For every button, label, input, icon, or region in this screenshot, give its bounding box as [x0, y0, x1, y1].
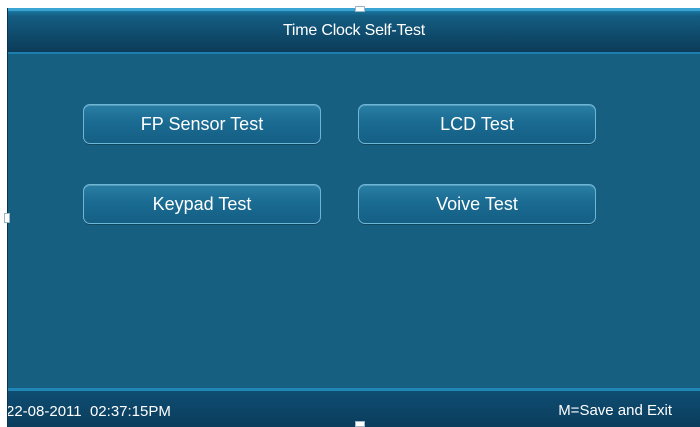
device-screen: Time Clock Self-Test FP Sensor Test LCD … [8, 8, 700, 427]
resize-handle-left[interactable] [4, 213, 10, 223]
test-menu-panel: FP Sensor Test LCD Test Keypad Test Voiv… [8, 54, 700, 388]
title-bar: Time Clock Self-Test [8, 8, 700, 54]
resize-handle-top[interactable] [355, 6, 365, 12]
voice-test-button[interactable]: Voive Test [358, 184, 596, 224]
lcd-test-button[interactable]: LCD Test [358, 104, 596, 144]
window-title: Time Clock Self-Test [282, 22, 426, 39]
status-datetime: 22-08-2011 02:37:15PM [8, 403, 171, 420]
status-time: 02:37:15PM [89, 403, 171, 420]
save-exit-hint: M=Save and Exit [558, 402, 672, 419]
status-date: 22-08-2011 [8, 403, 82, 420]
fp-sensor-test-button[interactable]: FP Sensor Test [83, 104, 321, 144]
keypad-test-button[interactable]: Keypad Test [83, 184, 321, 224]
resize-handle-bottom[interactable] [355, 421, 365, 427]
status-bar: 22-08-2011 02:37:15PM M=Save and Exit [8, 388, 700, 427]
